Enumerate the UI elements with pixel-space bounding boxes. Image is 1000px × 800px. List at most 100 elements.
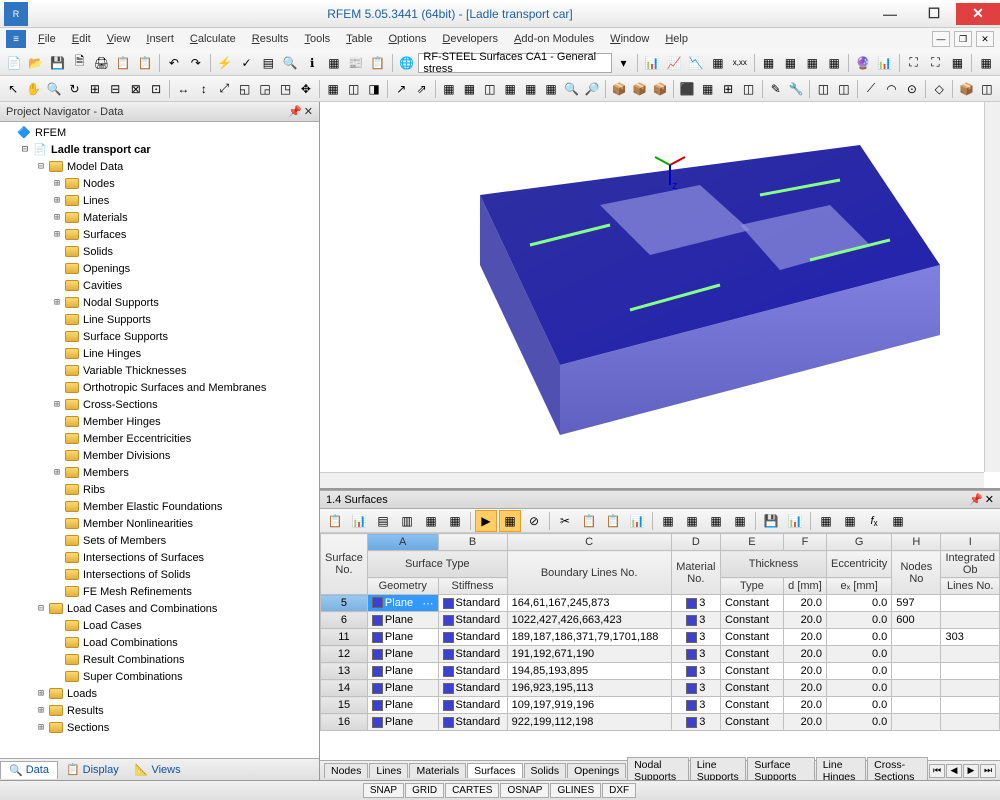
tab-nav-next[interactable]: ▶ (963, 764, 979, 778)
layer-button[interactable]: ▤ (258, 52, 278, 74)
tool-button[interactable]: ◫ (835, 78, 853, 100)
tree-line-supports[interactable]: Line Supports (2, 311, 317, 328)
module-combo[interactable]: RF-STEEL Surfaces CA1 - General stress (418, 53, 611, 73)
view-button[interactable]: ↕ (195, 78, 213, 100)
menu-options[interactable]: Options (380, 30, 434, 48)
table-row[interactable]: 12PlaneStandard191,192,671,1903Constant2… (321, 646, 1000, 663)
tool-button[interactable]: ▦ (542, 78, 560, 100)
table-tool[interactable]: ▦ (839, 510, 861, 532)
menu-results[interactable]: Results (244, 30, 297, 48)
table-row[interactable]: 5Plane⋯Standard164,61,167,245,8733Consta… (321, 595, 1000, 612)
save-as-button[interactable]: 🗎 (70, 52, 90, 74)
col-letter[interactable]: B (438, 534, 507, 551)
status-snap[interactable]: SNAP (363, 783, 404, 798)
col-geometry[interactable]: Geometry (367, 578, 438, 595)
info-button[interactable]: ℹ (302, 52, 322, 74)
table-row[interactable]: 13PlaneStandard194,85,193,8953Constant20… (321, 663, 1000, 680)
tree-variable-thicknesses[interactable]: Variable Thicknesses (2, 362, 317, 379)
view-button[interactable]: ⊟ (106, 78, 124, 100)
col-letter[interactable]: E (720, 534, 783, 551)
navigator-tree[interactable]: 🔷RFEM⊟📄Ladle transport car⊟Model Data⊞No… (0, 122, 319, 758)
tree-solids[interactable]: Solids (2, 243, 317, 260)
tool-button[interactable]: 📰 (346, 52, 366, 74)
table-tool[interactable]: ▦ (705, 510, 727, 532)
col-integrated[interactable]: Integrated Ob (941, 551, 1000, 578)
tree-rfem[interactable]: 🔷RFEM (2, 124, 317, 141)
tool-button[interactable]: ⊞ (719, 78, 737, 100)
table-tab-cross-sections[interactable]: Cross-Sections (867, 757, 928, 780)
col-d[interactable]: d [mm] (783, 578, 826, 595)
zoom-button[interactable]: 🔍 (45, 78, 63, 100)
cursor-button[interactable]: ↖ (4, 78, 22, 100)
tool-button[interactable]: ⛶ (926, 52, 946, 74)
table-tool[interactable]: ▤ (372, 510, 394, 532)
view-button[interactable]: ◳ (276, 78, 294, 100)
table-tab-line-supports[interactable]: Line Supports (690, 757, 747, 780)
tool-button[interactable]: ▦ (521, 78, 539, 100)
table-tool[interactable]: ⊘ (523, 510, 545, 532)
col-lines-no[interactable]: Lines No. (941, 578, 1000, 595)
tool-button[interactable]: 📦 (957, 78, 975, 100)
tool-button[interactable]: ⬛ (678, 78, 696, 100)
fx-icon[interactable]: fₓ (863, 510, 885, 532)
tool-button[interactable]: 🔮 (853, 52, 873, 74)
table-tab-materials[interactable]: Materials (409, 763, 466, 778)
tree-load-cases-and-combinations[interactable]: ⊟Load Cases and Combinations (2, 600, 317, 617)
tool-button[interactable]: ⟋ (862, 78, 880, 100)
tree-intersections-of-surfaces[interactable]: Intersections of Surfaces (2, 549, 317, 566)
mdi-close-button[interactable]: ✕ (976, 31, 994, 47)
table-tab-solids[interactable]: Solids (524, 763, 567, 778)
tree-nodes[interactable]: ⊞Nodes (2, 175, 317, 192)
menu-view[interactable]: View (99, 30, 139, 48)
tool-button[interactable]: ◫ (814, 78, 832, 100)
tree-intersections-of-solids[interactable]: Intersections of Solids (2, 566, 317, 583)
tree-cavities[interactable]: Cavities (2, 277, 317, 294)
tool-button[interactable]: ▦ (698, 78, 716, 100)
save-button[interactable]: 💾 (48, 52, 68, 74)
tool-button[interactable]: 📉 (686, 52, 706, 74)
tool-button[interactable]: 📈 (664, 52, 684, 74)
tab-nav-first[interactable]: ⏮ (929, 764, 945, 778)
view-button[interactable]: ⊞ (86, 78, 104, 100)
find-button[interactable]: 🔍 (280, 52, 300, 74)
tool-button[interactable]: 📦 (630, 78, 648, 100)
excel-icon[interactable]: 📊 (784, 510, 806, 532)
col-letter[interactable]: H (892, 534, 941, 551)
nav-tab-display[interactable]: 📋 Display (58, 761, 127, 778)
col-letter[interactable]: I (941, 534, 1000, 551)
view-button[interactable]: ◱ (235, 78, 253, 100)
tree-member-divisions[interactable]: Member Divisions (2, 447, 317, 464)
table-tool[interactable]: ▦ (887, 510, 909, 532)
open-button[interactable]: 📂 (26, 52, 46, 74)
table-tool[interactable]: ▦ (657, 510, 679, 532)
status-cartes[interactable]: CARTES (445, 783, 499, 798)
module-icon[interactable]: 🌐 (397, 52, 417, 74)
table-tool[interactable]: ▥ (396, 510, 418, 532)
table-tool[interactable]: ▦ (815, 510, 837, 532)
tool-button[interactable]: 🔍 (562, 78, 580, 100)
tool-button[interactable]: ▦ (802, 52, 822, 74)
tool-button[interactable]: ◫ (344, 78, 362, 100)
viewport-vscroll[interactable] (984, 102, 1000, 472)
tree-load-cases[interactable]: Load Cases (2, 617, 317, 634)
tree-results[interactable]: ⊞Results (2, 702, 317, 719)
table-tab-surfaces[interactable]: Surfaces (467, 763, 522, 778)
tool-button[interactable]: ◫ (481, 78, 499, 100)
tool-button[interactable]: ⛶ (904, 52, 924, 74)
col-letter[interactable]: C (507, 534, 671, 551)
tool-button[interactable]: ◨ (365, 78, 383, 100)
app-menu-icon[interactable]: ≡ (6, 30, 26, 48)
tree-member-elastic-foundations[interactable]: Member Elastic Foundations (2, 498, 317, 515)
table-row[interactable]: 6PlaneStandard1022,427,426,663,4233Const… (321, 612, 1000, 629)
table-tool[interactable]: 📋 (324, 510, 346, 532)
tree-materials[interactable]: ⊞Materials (2, 209, 317, 226)
menu-add-on-modules[interactable]: Add-on Modules (506, 30, 602, 48)
tool-button[interactable]: x,xx (730, 52, 750, 74)
tool-button[interactable]: ▦ (501, 78, 519, 100)
tool-button[interactable]: ▦ (324, 52, 344, 74)
move-button[interactable]: ✥ (297, 78, 315, 100)
tool-button[interactable]: 📦 (651, 78, 669, 100)
table-row[interactable]: 16PlaneStandard922,199,112,1983Constant2… (321, 714, 1000, 731)
menu-insert[interactable]: Insert (138, 30, 182, 48)
tree-super-combinations[interactable]: Super Combinations (2, 668, 317, 685)
